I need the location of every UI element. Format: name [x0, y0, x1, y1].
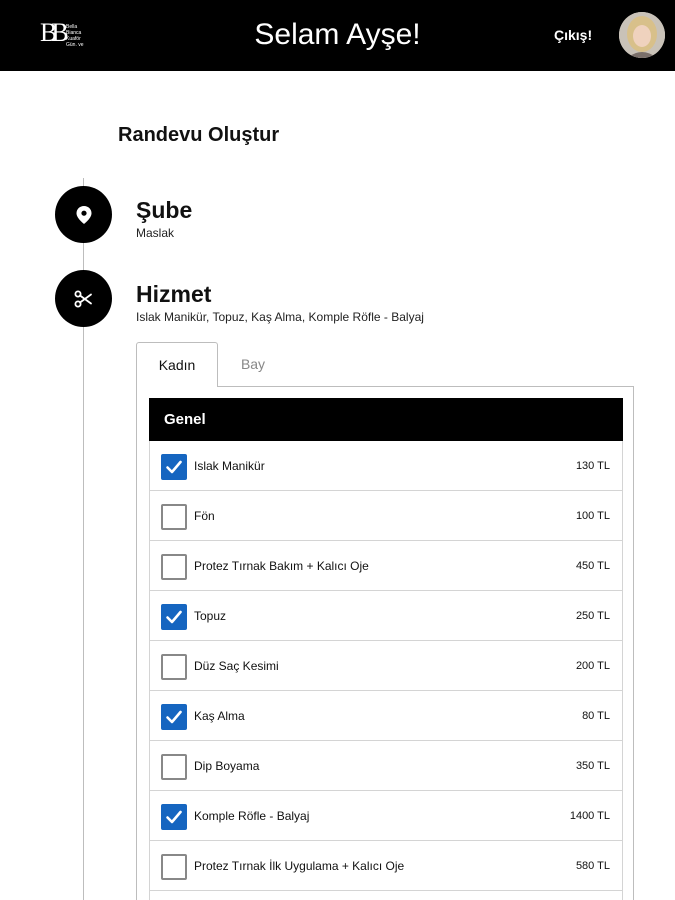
avatar[interactable]: [619, 12, 665, 58]
checkmark-icon: [166, 610, 182, 624]
step-service-marker[interactable]: [55, 270, 112, 327]
service-checkbox[interactable]: [161, 654, 187, 680]
service-price: 80 TL: [582, 710, 610, 722]
service-row[interactable]: Islak Manikür 130 TL: [149, 441, 623, 491]
service-label: Fön: [194, 509, 215, 523]
service-label: Komple Röfle - Balyaj: [194, 809, 310, 823]
step-branch-title[interactable]: Şube: [136, 196, 192, 224]
service-price: 130 TL: [575, 460, 610, 472]
step-branch-marker[interactable]: [55, 186, 112, 243]
service-price: 350 TL: [575, 760, 610, 772]
service-price: 450 TL: [575, 560, 610, 572]
service-panel: Genel Islak Manikür 130 TL Fön 100 TL Protez…: [136, 386, 634, 900]
service-label: Düz Saç Kesimi: [194, 659, 279, 673]
service-row[interactable]: Topuz 250 TL: [149, 591, 623, 641]
service-price: 100 TL: [575, 510, 610, 522]
service-row[interactable]: Düz Saç Kesimi 200 TL: [149, 641, 623, 691]
checkmark-icon: [166, 460, 182, 474]
service-checkbox[interactable]: [161, 754, 187, 780]
service-row[interactable]: Fön 100 TL: [149, 491, 623, 541]
service-row[interactable]: Protez Tırnak Bakım + Kalıcı Oje 450 TL: [149, 541, 623, 591]
service-list: Islak Manikür 130 TL Fön 100 TL Protez Tırna…: [149, 441, 623, 900]
service-checkbox[interactable]: [161, 504, 187, 530]
service-price: 200 TL: [575, 660, 610, 672]
service-price: 580 TL: [575, 860, 610, 872]
service-label: Protez Tırnak Bakım + Kalıcı Oje: [194, 559, 369, 573]
service-row[interactable]: [149, 891, 623, 900]
service-label: Topuz: [194, 609, 227, 623]
step-branch-value: Maslak: [136, 226, 175, 240]
checkmark-icon: [166, 810, 182, 824]
step-service-title[interactable]: Hizmet: [136, 280, 211, 308]
service-checkbox[interactable]: [161, 804, 187, 830]
service-row[interactable]: Dip Boyama 350 TL: [149, 741, 623, 791]
user-photo: [619, 12, 665, 58]
service-checkbox[interactable]: [161, 704, 187, 730]
service-label: Dip Boyama: [194, 759, 260, 773]
service-checkbox[interactable]: [161, 454, 187, 480]
tab-kadin[interactable]: Kadın: [136, 342, 218, 387]
logout-button[interactable]: Çıkış!: [554, 26, 592, 44]
page-title: Randevu Oluştur: [118, 124, 280, 146]
service-row[interactable]: Kaş Alma 80 TL: [149, 691, 623, 741]
service-label: Kaş Alma: [194, 709, 245, 723]
checkmark-icon: [166, 710, 182, 724]
service-row[interactable]: Komple Röfle - Balyaj 1400 TL: [149, 791, 623, 841]
tab-bay[interactable]: Bay: [218, 342, 288, 387]
map-pin-icon: [76, 205, 91, 224]
service-price: 1400 TL: [569, 810, 610, 822]
service-row[interactable]: Protez Tırnak İlk Uygulama + Kalıcı Oje 5…: [149, 841, 623, 891]
service-price: 250 TL: [575, 610, 610, 622]
service-checkbox[interactable]: [161, 854, 187, 880]
service-checkbox[interactable]: [161, 554, 187, 580]
group-header[interactable]: Genel: [149, 398, 623, 441]
service-label: Islak Manikür: [194, 459, 265, 473]
app-header: BB Bella Bianca Kuaför Gün. ve Selam Ayş…: [0, 0, 675, 71]
service-checkbox[interactable]: [161, 604, 187, 630]
step-service-value: Islak Manikür, Topuz, Kaş Alma, Komple R…: [136, 310, 424, 324]
scissors-icon: [74, 290, 92, 307]
service-label: Protez Tırnak İlk Uygulama + Kalıcı Oje: [194, 859, 405, 873]
